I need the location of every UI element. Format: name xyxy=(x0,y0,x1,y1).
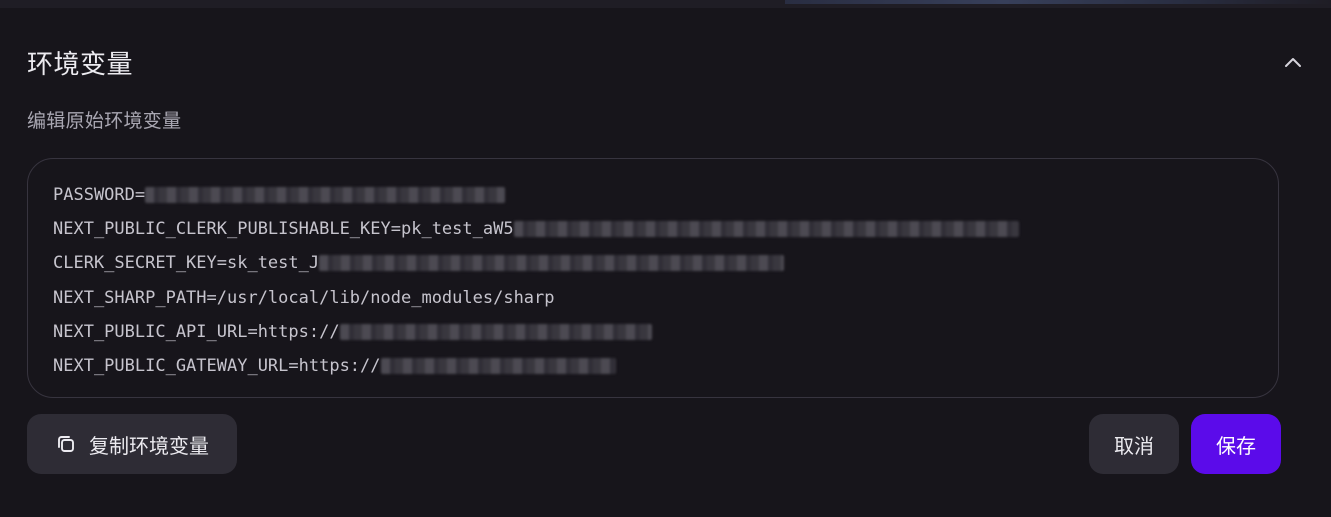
copy-env-button[interactable]: 复制环境变量 xyxy=(27,414,237,474)
env-line-clerk-secret-key: CLERK_SECRET_KEY=sk_test_J xyxy=(53,246,1253,280)
env-line-gateway-url: NEXT_PUBLIC_GATEWAY_URL=https:// xyxy=(53,349,1253,383)
env-line-api-url: NEXT_PUBLIC_API_URL=https:// xyxy=(53,315,1253,349)
copy-env-label: 复制环境变量 xyxy=(89,433,209,458)
env-line-text: PASSWORD= xyxy=(53,185,146,205)
redacted-value xyxy=(339,323,652,340)
chevron-up-icon[interactable] xyxy=(1279,48,1307,76)
env-editor[interactable]: PASSWORD= NEXT_PUBLIC_CLERK_PUBLISHABLE_… xyxy=(27,158,1279,398)
redacted-value xyxy=(513,221,1019,238)
env-line-password: PASSWORD= xyxy=(53,178,1253,212)
top-bar xyxy=(0,0,1331,8)
env-line-text: NEXT_PUBLIC_GATEWAY_URL=https:// xyxy=(53,355,381,376)
env-line-text: CLERK_SECRET_KEY=sk_test_J xyxy=(53,253,320,274)
section-subtitle: 编辑原始环境变量 xyxy=(27,110,182,132)
env-line-text: NEXT_PUBLIC_CLERK_PUBLISHABLE_KEY=pk_tes… xyxy=(53,219,514,240)
redacted-value xyxy=(319,255,785,272)
copy-icon xyxy=(55,433,77,455)
top-bar-decoration xyxy=(785,0,1331,4)
redacted-value xyxy=(145,187,506,204)
env-line-sharp-path: NEXT_SHARP_PATH=/usr/local/lib/node_modu… xyxy=(53,281,1253,315)
save-button[interactable]: 保存 xyxy=(1191,414,1281,474)
section-title: 环境变量 xyxy=(27,50,134,80)
redacted-value xyxy=(380,358,616,375)
env-line-text: NEXT_SHARP_PATH=/usr/local/lib/node_modu… xyxy=(53,287,555,308)
env-line-clerk-publishable-key: NEXT_PUBLIC_CLERK_PUBLISHABLE_KEY=pk_tes… xyxy=(53,212,1253,246)
env-line-text: NEXT_PUBLIC_API_URL=https:// xyxy=(53,321,340,342)
cancel-button[interactable]: 取消 xyxy=(1089,414,1179,474)
